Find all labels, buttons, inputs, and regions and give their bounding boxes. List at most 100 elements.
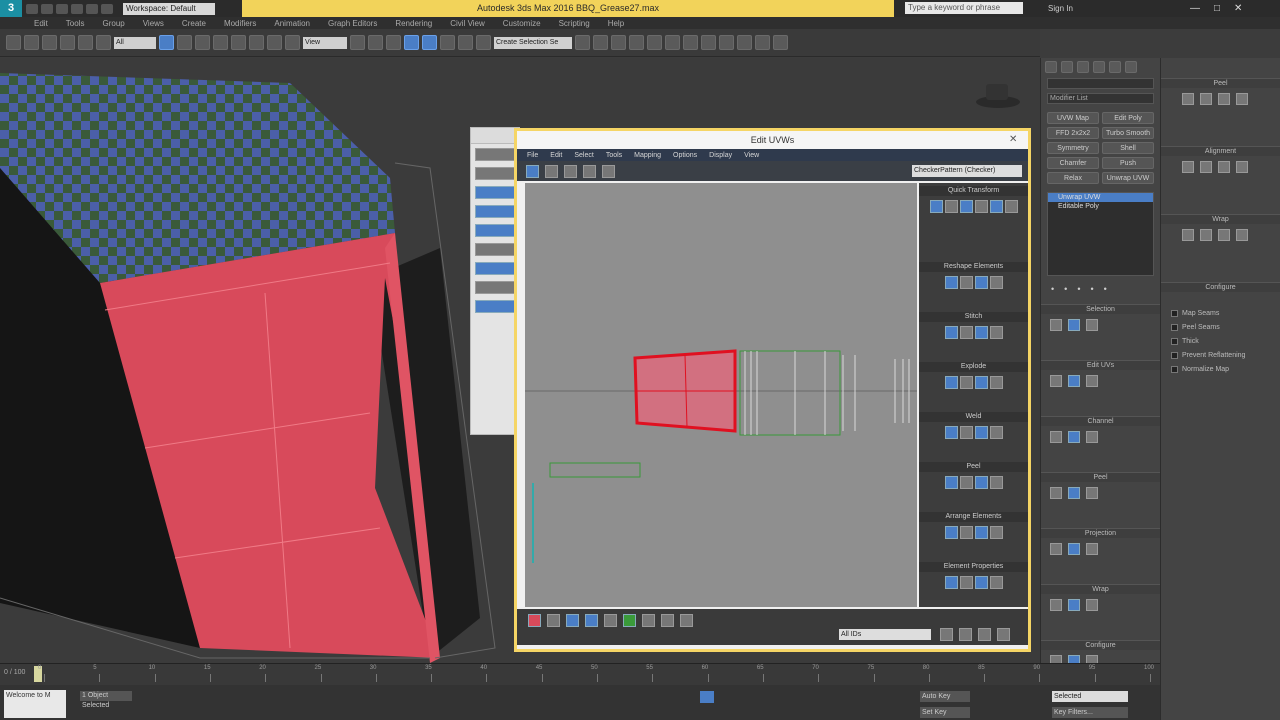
rollup-tool-icon[interactable] [1086, 375, 1098, 387]
rollup-tool-icon[interactable] [1050, 319, 1062, 331]
modifier-button-edit-poly[interactable]: Edit Poly [1102, 112, 1154, 124]
right-rollup-wrap[interactable]: Wrap [1161, 214, 1280, 224]
rollup-tool-icon[interactable] [1086, 487, 1098, 499]
uv-section-tool-icon[interactable] [989, 326, 1003, 339]
uv-section-tool-icon[interactable] [974, 376, 988, 389]
open-quick-icon[interactable] [71, 3, 83, 14]
uv-bottom-tool-8[interactable] [661, 614, 674, 627]
undo-icon[interactable] [6, 35, 21, 50]
uv-section-tool-icon[interactable] [959, 200, 973, 213]
mirror-icon[interactable] [575, 35, 590, 50]
rollup-projection[interactable]: Projection [1041, 528, 1160, 538]
uv-freeform-icon[interactable] [583, 164, 596, 178]
app-logo-icon[interactable]: 3 [0, 0, 22, 17]
right-rollup-tool-icon[interactable] [1182, 229, 1194, 241]
render-iterative-icon[interactable] [755, 35, 770, 50]
menu-item-edit[interactable]: Edit [34, 19, 48, 28]
modifier-button-ffd-2x2x2[interactable]: FFD 2x2x2 [1047, 127, 1099, 139]
uv-section-tool-icon[interactable] [974, 576, 988, 589]
modifier-button-shell[interactable]: Shell [1102, 142, 1154, 154]
uv-bottom-tool-4[interactable] [585, 614, 598, 627]
rotate-icon[interactable] [249, 35, 264, 50]
bind-space-warp-icon[interactable] [78, 35, 93, 50]
uv-mirror-icon[interactable] [602, 164, 615, 178]
right-rollup-tool-icon[interactable] [1182, 93, 1194, 105]
modifier-stack[interactable]: Unwrap UVW Editable Poly [1047, 192, 1154, 276]
menu-item-customize[interactable]: Customize [503, 19, 541, 28]
viewcube-icon[interactable] [986, 84, 1008, 100]
uv-section-tool-icon[interactable] [944, 200, 958, 213]
render-icon[interactable] [737, 35, 752, 50]
right-rollup-configure[interactable]: Configure [1161, 282, 1280, 292]
uv-bottom-tool-3[interactable] [566, 614, 579, 627]
spinner-snap-icon[interactable] [458, 35, 473, 50]
uv-pan-icon[interactable] [940, 628, 953, 641]
modifier-button-push[interactable]: Push [1102, 157, 1154, 169]
uv-scale-icon[interactable] [564, 164, 577, 178]
rollup-tool-icon[interactable] [1050, 599, 1062, 611]
texture-dropdown[interactable]: CheckerPattern (Checker) [912, 165, 1022, 177]
uv-section-tool-icon[interactable] [989, 276, 1003, 289]
uv-menu-file[interactable]: File [527, 152, 538, 159]
uv-menu-edit[interactable]: Edit [550, 152, 562, 159]
option-checkbox[interactable] [1171, 337, 1178, 345]
menu-item-create[interactable]: Create [182, 19, 206, 28]
selection-filter-dropdown[interactable]: All [114, 36, 156, 49]
rollup-peel[interactable]: Peel [1041, 472, 1160, 482]
rollup-configure[interactable]: Configure [1041, 640, 1160, 650]
uv-section-tool-icon[interactable] [989, 526, 1003, 539]
auto-key-button[interactable]: Auto Key [920, 691, 970, 702]
new-quick-icon[interactable] [86, 3, 98, 14]
rollup-tool-icon[interactable] [1086, 319, 1098, 331]
floating-tool-8[interactable] [475, 281, 515, 294]
uv-section-tool-icon[interactable] [959, 426, 973, 439]
close-icon[interactable]: ✕ [1234, 3, 1242, 14]
uv-section-tool-icon[interactable] [959, 326, 973, 339]
rollup-channel[interactable]: Channel [1041, 416, 1160, 426]
utilities-tab-icon[interactable] [1125, 61, 1137, 73]
uv-section-tool-icon[interactable] [929, 200, 943, 213]
rollup-tool-icon[interactable] [1050, 543, 1062, 555]
modifier-button-symmetry[interactable]: Symmetry [1047, 142, 1099, 154]
menu-item-rendering[interactable]: Rendering [395, 19, 432, 28]
undo-quick-icon[interactable] [26, 3, 38, 14]
floating-tool-3[interactable] [475, 186, 515, 199]
right-rollup-tool-icon[interactable] [1218, 161, 1230, 173]
window-crossing-icon[interactable] [213, 35, 228, 50]
rollup-tool-icon[interactable] [1068, 319, 1080, 331]
save-quick-icon[interactable] [56, 3, 68, 14]
redo-icon[interactable] [24, 35, 39, 50]
set-key-button[interactable]: Set Key [920, 707, 970, 718]
search-input[interactable]: Type a keyword or phrase [905, 2, 1023, 14]
uv-bottom-tool-7[interactable] [642, 614, 655, 627]
motion-tab-icon[interactable] [1093, 61, 1105, 73]
configure-sets-icon[interactable]: • [1104, 284, 1107, 294]
uv-bottom-tool-6[interactable] [623, 614, 636, 627]
select-by-name-icon[interactable] [177, 35, 192, 50]
uv-close-icon[interactable]: ✕ [1009, 134, 1017, 145]
uv-section-tool-icon[interactable] [989, 200, 1003, 213]
floating-tool-4[interactable] [475, 205, 515, 218]
menu-item-scripting[interactable]: Scripting [559, 19, 590, 28]
move-icon[interactable] [231, 35, 246, 50]
uv-section-tool-icon[interactable] [989, 576, 1003, 589]
key-mode-dropdown[interactable]: Selected [1052, 691, 1128, 702]
rollup-tool-icon[interactable] [1068, 431, 1080, 443]
right-rollup-tool-icon[interactable] [1236, 93, 1248, 105]
rollup-tool-icon[interactable] [1086, 431, 1098, 443]
render-setup-icon[interactable] [701, 35, 716, 50]
floating-tool-7[interactable] [475, 262, 515, 275]
stack-item-editable-poly[interactable]: Editable Poly [1048, 202, 1153, 211]
uv-section-tool-icon[interactable] [974, 526, 988, 539]
rollup-tool-icon[interactable] [1068, 375, 1080, 387]
unlink-icon[interactable] [60, 35, 75, 50]
menu-item-civil-view[interactable]: Civil View [450, 19, 485, 28]
right-rollup-tool-icon[interactable] [1218, 93, 1230, 105]
uv-rotate-icon[interactable] [545, 164, 558, 178]
scale-icon[interactable] [267, 35, 282, 50]
option-checkbox[interactable] [1171, 323, 1178, 331]
place-icon[interactable] [285, 35, 300, 50]
floating-tool-1[interactable] [475, 148, 515, 161]
manipulate-icon[interactable] [368, 35, 383, 50]
create-tab-icon[interactable] [1045, 61, 1057, 73]
